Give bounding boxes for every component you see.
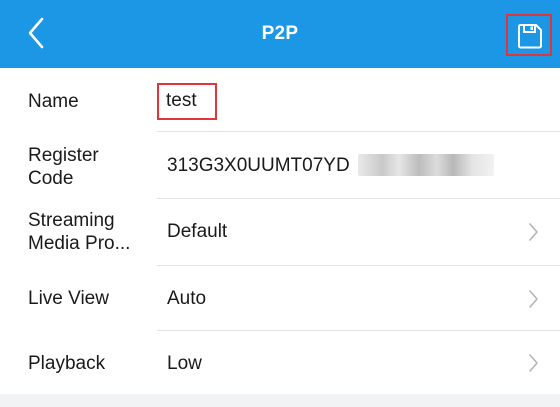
streaming-media-label-line1: Streaming: [28, 210, 115, 231]
playback-label: Playback: [28, 353, 106, 374]
section-separator: [0, 394, 560, 407]
name-row[interactable]: Name: [0, 68, 560, 132]
register-code-label-line2: Code: [28, 168, 74, 189]
chevron-right-icon: [529, 354, 538, 372]
playback-value: Low: [167, 353, 202, 374]
redacted-region: [358, 154, 494, 176]
live-view-row[interactable]: Live View Auto: [0, 266, 560, 330]
chevron-right-icon: [529, 290, 538, 308]
live-view-label: Live View: [28, 288, 109, 309]
page-title: P2P: [261, 23, 299, 44]
playback-row[interactable]: Playback Low: [0, 331, 560, 394]
top-navigation-bar: P2P: [0, 0, 560, 68]
register-code-value: 313G3X0UUMT07YD: [167, 155, 350, 176]
floppy-disk-icon: [518, 24, 542, 49]
name-input[interactable]: test: [166, 89, 197, 113]
save-button[interactable]: [506, 14, 552, 56]
chevron-right-icon: [529, 223, 538, 241]
streaming-media-value: Default: [167, 221, 228, 242]
live-view-value: Auto: [167, 288, 207, 309]
name-label: Name: [28, 91, 79, 112]
streaming-media-label-line2: Media Pro...: [28, 233, 131, 254]
streaming-media-label: Streaming Media Pro...: [28, 209, 130, 255]
register-code-label-line1: Register: [28, 145, 99, 166]
register-code-label: Register Code: [28, 144, 99, 190]
streaming-media-row[interactable]: Streaming Media Pro... Default: [0, 199, 560, 265]
